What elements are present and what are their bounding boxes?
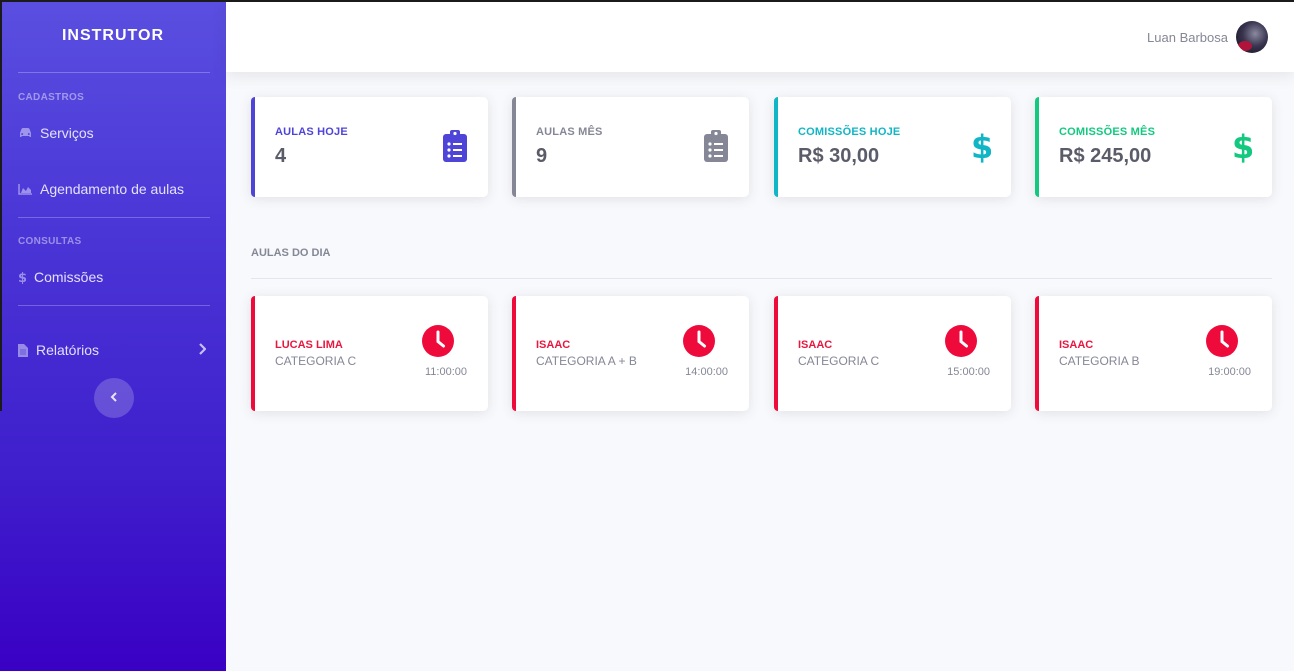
- file-icon: [18, 343, 30, 357]
- lesson-student: ISAAC: [536, 339, 571, 351]
- stat-label: COMISSÕES HOJE: [798, 126, 901, 138]
- lesson-card-accent: [774, 296, 778, 411]
- sidebar-item-agendamento[interactable]: Agendamento de aulas: [18, 177, 210, 201]
- clock-icon: [683, 325, 715, 362]
- stat-card-accent: [251, 97, 255, 197]
- lesson-card-accent: [1035, 296, 1039, 411]
- sidebar-brand[interactable]: INSTRUTOR: [0, 27, 226, 45]
- lesson-card-accent: [251, 296, 255, 411]
- lesson-student: ISAAC: [1059, 339, 1094, 351]
- sidebar-item-label: Relatórios: [36, 342, 100, 358]
- stat-label: AULAS HOJE: [275, 126, 348, 138]
- clock-icon: [1206, 325, 1238, 362]
- lesson-card[interactable]: LUCAS LIMA CATEGORIA C 11:00:00: [251, 296, 488, 411]
- svg-text:$: $: [1232, 130, 1252, 164]
- lesson-card[interactable]: ISAAC CATEGORIA A + B 14:00:00: [512, 296, 749, 411]
- stat-card-comissoes-hoje: COMISSÕES HOJE R$ 30,00 $: [774, 97, 1011, 197]
- stat-value: 4: [275, 145, 287, 167]
- section-title: AULAS DO DIA: [251, 247, 331, 259]
- lesson-time: 19:00:00: [1208, 366, 1251, 378]
- sidebar-heading-consultas: CONSULTAS: [18, 236, 82, 247]
- stat-card-accent: [512, 97, 516, 197]
- lesson-card[interactable]: ISAAC CATEGORIA C 15:00:00: [774, 296, 1011, 411]
- svg-text:$: $: [971, 130, 991, 164]
- lesson-student: LUCAS LIMA: [275, 339, 343, 351]
- sidebar: INSTRUTOR CADASTROS Serviços Agendamento…: [0, 0, 226, 671]
- stat-value: R$ 245,00: [1059, 145, 1152, 167]
- lesson-category: CATEGORIA A + B: [536, 354, 637, 368]
- sidebar-item-label: Agendamento de aulas: [40, 181, 184, 197]
- user-name[interactable]: Luan Barbosa: [1147, 30, 1228, 45]
- lesson-card-accent: [512, 296, 516, 411]
- topbar: Luan Barbosa: [226, 0, 1294, 72]
- clipboard-list-icon: [442, 130, 468, 167]
- stat-card-accent: [1035, 97, 1039, 197]
- dollar-sign-icon: $: [1232, 128, 1254, 169]
- chart-area-icon: [18, 183, 34, 195]
- sidebar-divider: [18, 217, 210, 218]
- lesson-category: CATEGORIA B: [1059, 354, 1140, 368]
- lesson-student: ISAAC: [798, 339, 833, 351]
- sidebar-divider: [18, 72, 210, 73]
- window-frame-left: [0, 0, 2, 411]
- stat-label: AULAS MÊS: [536, 126, 603, 138]
- sidebar-divider: [18, 305, 210, 306]
- dollar-icon: $: [18, 270, 28, 284]
- lesson-time: 11:00:00: [424, 366, 467, 378]
- sidebar-item-relatorios[interactable]: Relatórios: [18, 338, 210, 362]
- clipboard-list-icon: [703, 130, 729, 167]
- clock-icon: [422, 325, 454, 362]
- stat-label: COMISSÕES MÊS: [1059, 126, 1156, 138]
- svg-text:$: $: [18, 271, 26, 284]
- stat-value: R$ 30,00: [798, 145, 880, 167]
- lesson-card[interactable]: ISAAC CATEGORIA B 19:00:00: [1035, 296, 1272, 411]
- chevron-left-icon: [110, 389, 118, 407]
- stat-card-aulas-mes: AULAS MÊS 9: [512, 97, 749, 197]
- stat-card-aulas-hoje: AULAS HOJE 4: [251, 97, 488, 197]
- clock-icon: [945, 325, 977, 362]
- lesson-time: 15:00:00: [947, 366, 990, 378]
- chevron-right-icon: [198, 342, 207, 358]
- dollar-sign-icon: $: [971, 128, 993, 169]
- section-divider: [251, 278, 1272, 279]
- sidebar-toggle-button[interactable]: [94, 378, 134, 418]
- lesson-category: CATEGORIA C: [798, 354, 880, 368]
- sidebar-item-servicos[interactable]: Serviços: [18, 121, 210, 145]
- car-icon: [18, 127, 34, 139]
- stat-value: 9: [536, 145, 548, 167]
- lesson-category: CATEGORIA C: [275, 354, 357, 368]
- window-frame-top: [0, 0, 1294, 2]
- avatar[interactable]: [1236, 21, 1268, 53]
- sidebar-item-label: Serviços: [40, 125, 94, 141]
- sidebar-item-label: Comissões: [34, 269, 104, 285]
- sidebar-item-comissoes[interactable]: $ Comissões: [18, 265, 210, 289]
- stat-card-comissoes-mes: COMISSÕES MÊS R$ 245,00 $: [1035, 97, 1272, 197]
- stat-card-accent: [774, 97, 778, 197]
- sidebar-heading-cadastros: CADASTROS: [18, 92, 85, 103]
- lesson-time: 14:00:00: [685, 366, 728, 378]
